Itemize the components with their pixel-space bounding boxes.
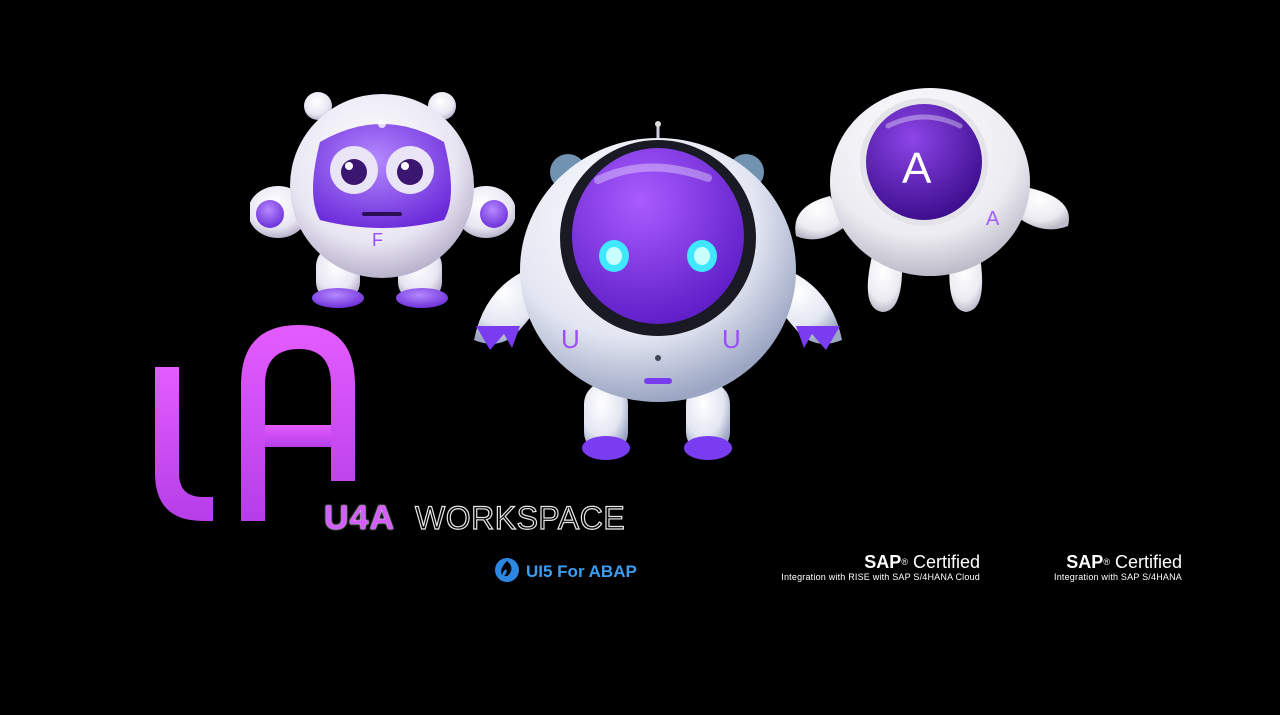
registered-mark: ® (1103, 557, 1110, 567)
mascot-a-illustration: A A (790, 86, 1075, 321)
ui5-flame-icon (494, 557, 520, 587)
mascot-u-label-left: U (561, 324, 580, 354)
sap-brand: SAP (864, 552, 902, 572)
sap-brand: SAP (1066, 552, 1104, 572)
certified-label: Certified (1114, 552, 1182, 572)
mascot-f-label: F (372, 230, 383, 250)
sap-certified-badge-s4hana: SAP® Certified Integration with SAP S/4H… (990, 553, 1182, 583)
certification-subtitle: Integration with SAP S/4HANA (1054, 572, 1182, 582)
mascot-a-body-letter: A (986, 208, 1000, 230)
mascot-u-label-right: U (722, 324, 741, 354)
splash-screen: F U U A A U4A WORKSPACE UI5 For ABAP SAP… (0, 0, 1280, 715)
registered-mark: ® (901, 557, 908, 567)
u4a-logo-icon (155, 325, 360, 525)
brand-name: U4A (324, 498, 396, 537)
certified-label: Certified (912, 552, 980, 572)
mascot-a-face-letter: A (902, 144, 932, 193)
ui5-for-abap-badge: UI5 For ABAP (494, 557, 637, 587)
brand-title: U4A WORKSPACE (324, 497, 625, 539)
sap-certified-badge-rise: SAP® Certified Integration with RISE wit… (690, 553, 980, 583)
certification-subtitle: Integration with RISE with SAP S/4HANA C… (781, 572, 980, 582)
brand-product: WORKSPACE (414, 499, 626, 536)
ui5-for-abap-label: UI5 For ABAP (526, 562, 637, 581)
